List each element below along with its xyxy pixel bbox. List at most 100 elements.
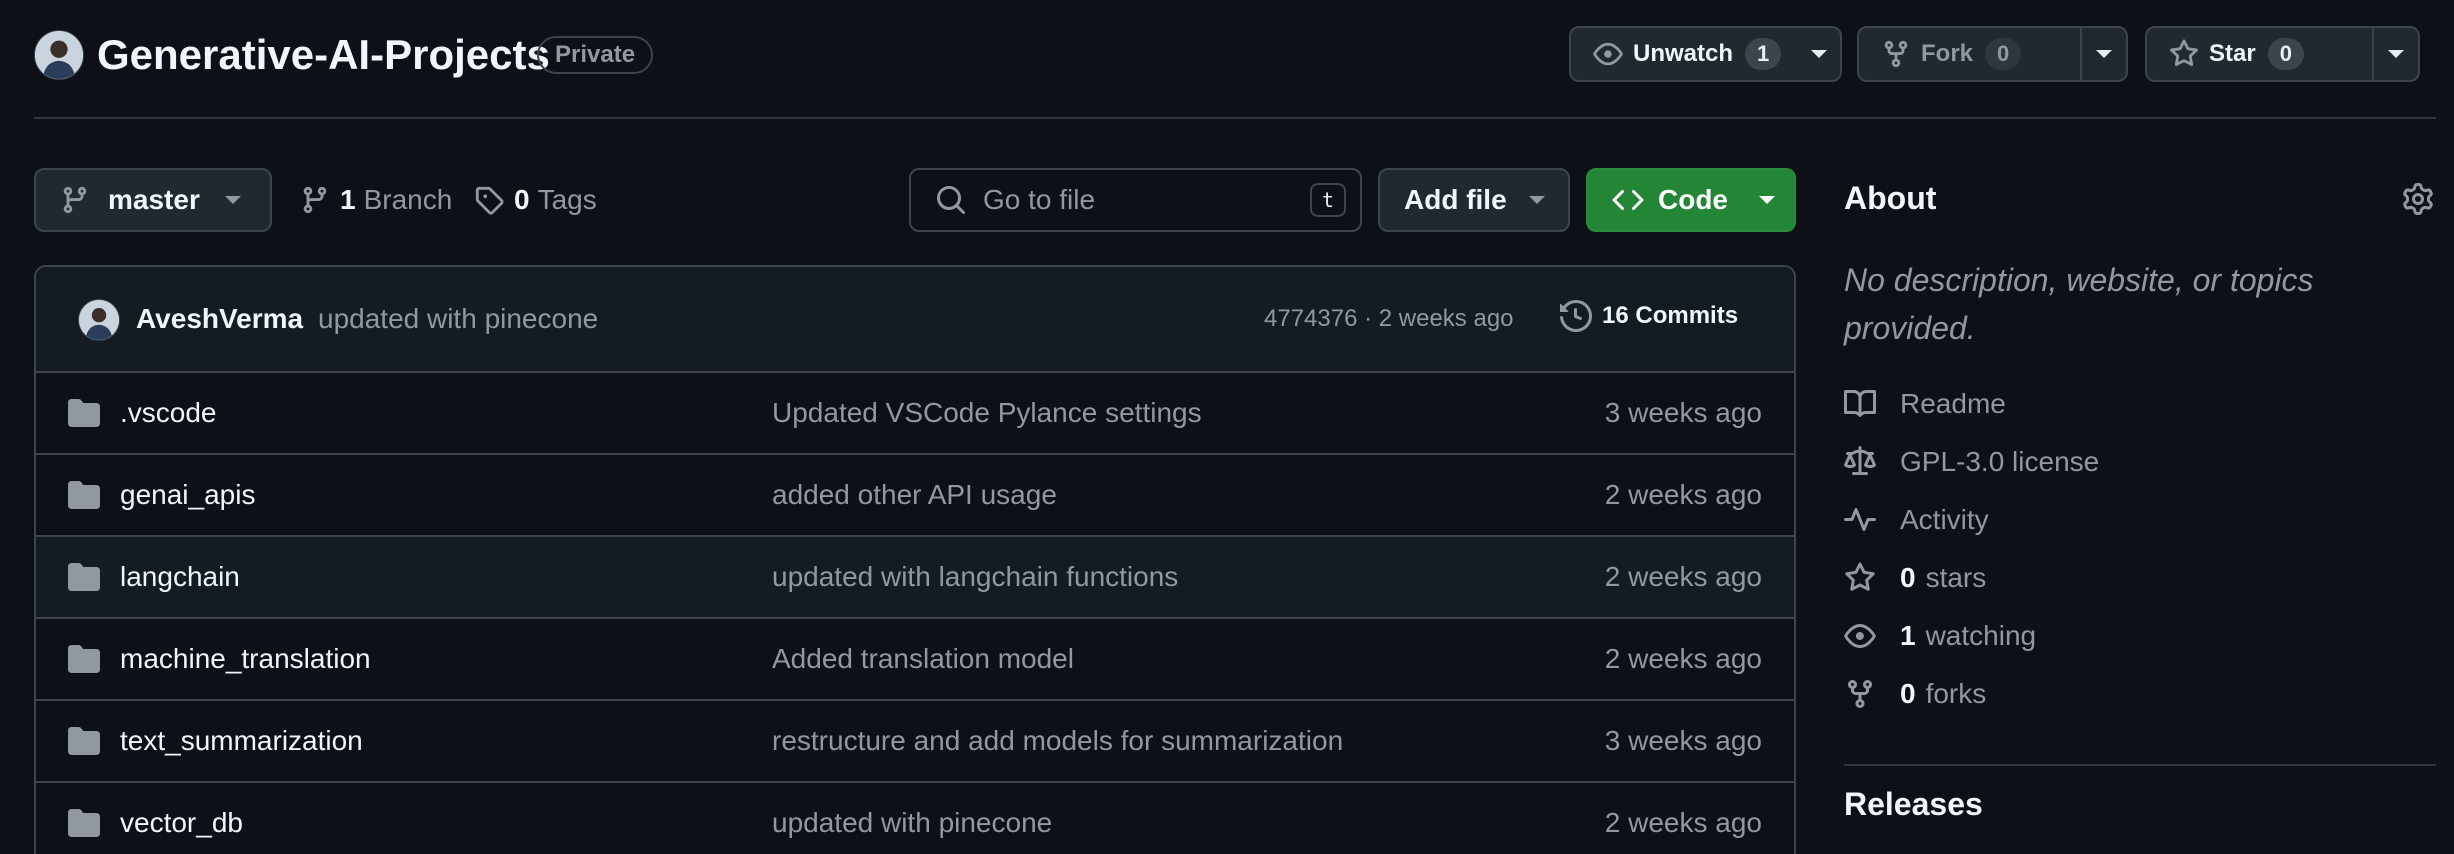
file-commit-age: 2 weeks ago <box>1604 561 1762 592</box>
tag-icon <box>475 186 504 215</box>
branch-count: 1 <box>340 184 356 215</box>
watchers-link[interactable]: 1 watching <box>1844 616 2036 656</box>
keyboard-shortcut-hint: t <box>1310 183 1346 217</box>
go-to-file-input[interactable]: Go to file t <box>909 168 1362 232</box>
stars-link[interactable]: 0 stars <box>1844 558 1986 598</box>
file-row[interactable]: vector_db updated with pinecone 2 weeks … <box>36 783 1794 854</box>
owner-avatar[interactable] <box>34 30 84 80</box>
repo-name[interactable]: Generative-AI-Projects <box>97 28 550 82</box>
watch-count: 1 <box>1745 38 1782 70</box>
commits-count-label: 16 Commits <box>1602 302 1739 329</box>
file-row[interactable]: .vscode Updated VSCode Pylance settings … <box>36 373 1794 455</box>
avatar-image <box>79 300 119 340</box>
file-commit-message[interactable]: Added translation model <box>772 643 1074 675</box>
header-divider <box>34 117 2436 119</box>
add-file-label: Add file <box>1404 184 1507 215</box>
file-row[interactable]: genai_apis added other API usage 2 weeks… <box>36 455 1794 537</box>
caret-down-icon <box>2096 50 2112 58</box>
file-commit-message[interactable]: Updated VSCode Pylance settings <box>772 397 1202 429</box>
star-main[interactable]: Star 0 <box>2147 28 2320 80</box>
file-name[interactable]: machine_translation <box>120 643 371 675</box>
unwatch-button[interactable]: Unwatch 1 <box>1569 26 1842 82</box>
file-row[interactable]: langchain updated with langchain functio… <box>36 537 1794 619</box>
about-heading: About <box>1844 180 1937 216</box>
file-row[interactable]: text_summarization restructure and add m… <box>36 701 1794 783</box>
fork-label: Fork <box>1921 40 1974 67</box>
latest-commit-bar: AveshVerma updated with pinecone 4774376… <box>36 267 1794 373</box>
about-description: No description, website, or topics provi… <box>1844 262 2314 346</box>
repo-header: Generative-AI-Projects Private Unwatch 1… <box>0 0 2454 118</box>
history-icon <box>1560 300 1592 332</box>
activity-link[interactable]: Activity <box>1844 500 1989 540</box>
sidebar-divider <box>1844 764 2436 766</box>
caret-down-icon <box>1529 196 1545 204</box>
stars-count: 0 <box>1900 562 1916 593</box>
file-commit-message[interactable]: restructure and add models for summariza… <box>772 725 1343 757</box>
fork-count: 0 <box>1985 38 2022 70</box>
unwatch-main[interactable]: Unwatch 1 <box>1571 28 1797 80</box>
branch-selector[interactable]: master <box>34 168 272 232</box>
law-scale-icon <box>1844 446 1876 475</box>
file-commit-message[interactable]: updated with pinecone <box>772 807 1052 839</box>
branches-link[interactable]: 1 Branch <box>300 178 452 222</box>
file-name[interactable]: .vscode <box>120 397 217 429</box>
readme-link[interactable]: Readme <box>1844 384 2006 424</box>
go-to-file-placeholder: Go to file <box>983 184 1096 215</box>
star-icon <box>2170 39 2198 67</box>
forks-label: forks <box>1925 678 1987 709</box>
file-name[interactable]: vector_db <box>120 807 243 839</box>
star-button[interactable]: Star 0 <box>2145 26 2420 82</box>
file-name[interactable]: text_summarization <box>120 725 363 757</box>
file-name[interactable]: genai_apis <box>120 479 255 511</box>
tags-link[interactable]: 0 Tags <box>474 178 597 222</box>
file-commit-message[interactable]: added other API usage <box>772 479 1057 511</box>
watch-dropdown-caret[interactable] <box>1797 28 1840 80</box>
fork-dropdown-caret[interactable] <box>2080 28 2126 80</box>
fork-main[interactable]: Fork 0 <box>1859 28 2037 80</box>
file-row[interactable]: machine_translation Added translation mo… <box>36 619 1794 701</box>
gear-icon[interactable] <box>2402 183 2434 215</box>
file-browser: AveshVerma updated with pinecone 4774376… <box>34 265 1796 854</box>
star-icon <box>1845 562 1875 591</box>
tag-count: 0 <box>514 184 530 215</box>
add-file-button[interactable]: Add file <box>1378 168 1570 232</box>
unwatch-label: Unwatch <box>1633 40 1734 67</box>
license-label: GPL-3.0 license <box>1900 446 2100 477</box>
commit-hash-and-time[interactable]: 4774376 · 2 weeks ago <box>1264 305 1514 333</box>
forks-count: 0 <box>1900 678 1916 709</box>
code-icon <box>1612 189 1644 211</box>
book-icon <box>1844 389 1876 417</box>
file-commit-message[interactable]: updated with langchain functions <box>772 561 1178 593</box>
star-dropdown-caret[interactable] <box>2372 28 2418 80</box>
activity-label: Activity <box>1900 504 1989 535</box>
license-link[interactable]: GPL-3.0 license <box>1844 442 2099 482</box>
repo-forked-icon <box>1884 40 1908 68</box>
watching-label: watching <box>1925 620 2037 651</box>
folder-icon <box>68 727 100 755</box>
eye-icon <box>1593 42 1623 66</box>
stars-label: stars <box>1925 562 1987 593</box>
commits-link[interactable]: 16 Commits <box>1560 300 1738 332</box>
commit-message[interactable]: updated with pinecone <box>318 303 598 335</box>
search-icon <box>937 186 966 215</box>
folder-icon <box>68 563 100 591</box>
tag-label: Tags <box>537 184 597 215</box>
visibility-badge: Private <box>537 36 654 74</box>
commit-author[interactable]: AveshVerma <box>136 303 303 335</box>
git-branch-icon <box>303 186 327 214</box>
file-name[interactable]: langchain <box>120 561 240 593</box>
file-commit-age: 2 weeks ago <box>1604 479 1762 510</box>
file-commit-age: 2 weeks ago <box>1604 807 1762 838</box>
star-label: Star <box>2209 40 2256 67</box>
caret-down-icon <box>2388 50 2404 58</box>
file-commit-age: 3 weeks ago <box>1604 725 1762 756</box>
fork-button[interactable]: Fork 0 <box>1857 26 2128 82</box>
forks-link[interactable]: 0 forks <box>1844 674 1986 714</box>
folder-icon <box>68 399 100 427</box>
watching-count: 1 <box>1900 620 1916 651</box>
code-button[interactable]: Code <box>1586 168 1796 232</box>
avatar-image <box>35 31 83 79</box>
releases-heading[interactable]: Releases <box>1844 786 1983 823</box>
pulse-icon <box>1844 508 1876 531</box>
commit-author-avatar[interactable] <box>78 299 120 341</box>
